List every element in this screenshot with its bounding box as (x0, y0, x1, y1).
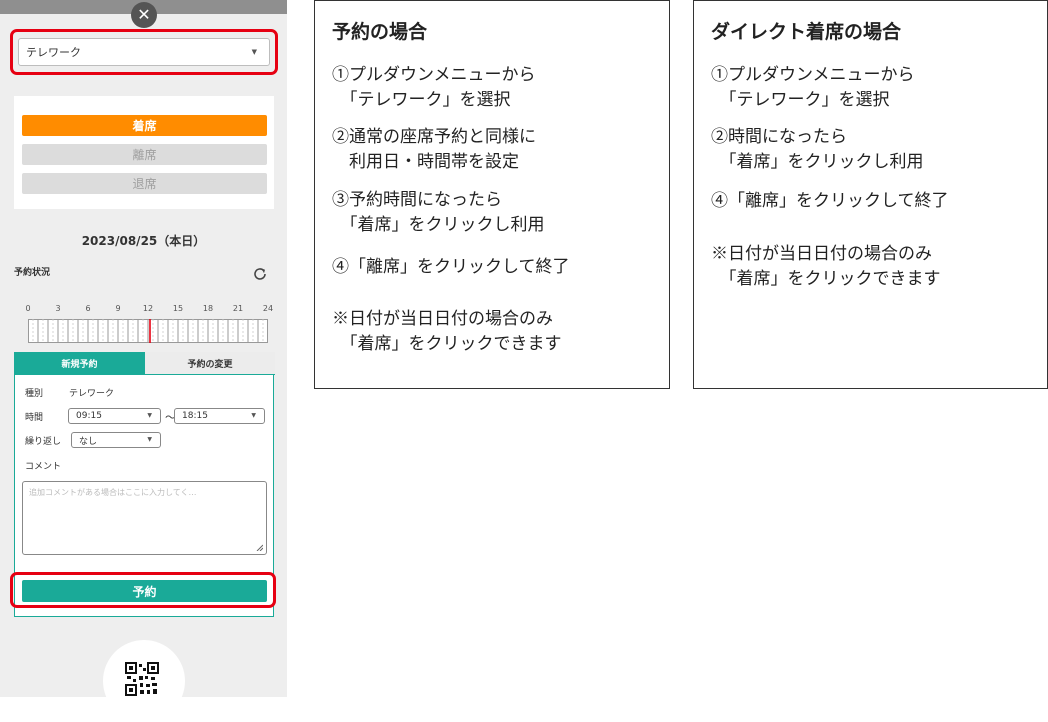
checkin-button[interactable]: 着席 (22, 115, 267, 136)
direct-step-3: ④「離席」をクリックして終了 (711, 191, 949, 211)
timeline-tick-label: 6 (85, 304, 91, 313)
end-time-select[interactable]: 18:15 ▼ (174, 408, 265, 424)
tab-change-reservation[interactable]: 予約の変更 (145, 352, 275, 375)
direct-step-1: ①プルダウンメニューから 「テレワーク」を選択 (711, 65, 915, 110)
timeline-bar (28, 319, 268, 343)
reservation-instructions-box: 予約の場合 ①プルダウンメニューから 「テレワーク」を選択 ②通常の座席予約と同… (314, 0, 670, 389)
qr-code-icon (125, 662, 159, 696)
time-label: 時間 (25, 413, 44, 423)
direct-note: ※日付が当日日付の場合のみ 「着席」をクリックできます (711, 244, 941, 289)
type-value: テレワーク (69, 389, 115, 399)
repeat-label: 繰り返し (25, 437, 62, 447)
comment-label: コメント (25, 462, 62, 472)
highlight-outline-reserve (10, 572, 276, 608)
timeline-tick-label: 21 (232, 304, 244, 313)
type-label: 種別 (25, 389, 44, 399)
leave-seat-button[interactable]: 離席 (22, 144, 267, 165)
chevron-down-icon: ▼ (147, 412, 152, 419)
timeline-tick-label: 15 (172, 304, 184, 313)
date-label: 2023/08/25（本日） (81, 234, 206, 248)
close-icon[interactable]: ✕ (131, 2, 157, 28)
timeline-tick-label: 3 (55, 304, 61, 313)
seat-action-card: 着席 離席 退席 (14, 96, 274, 209)
chevron-down-icon: ▼ (147, 436, 152, 443)
comment-placeholder: 追加コメントがある場合はここに入力してく… (29, 488, 197, 497)
start-time-select[interactable]: 09:15 ▼ (68, 408, 161, 424)
direct-checkin-instructions-title: ダイレクト着席の場合 (711, 21, 902, 43)
reservation-step-3: ③予約時間になったら 「着席」をクリックし利用 (332, 190, 545, 235)
resize-handle-icon[interactable] (256, 544, 263, 551)
exit-seat-button[interactable]: 退席 (22, 173, 267, 194)
tab-new-reservation[interactable]: 新規予約 (14, 352, 145, 375)
direct-checkin-instructions-box: ダイレクト着席の場合 ①プルダウンメニューから 「テレワーク」を選択 ②時間にな… (693, 0, 1048, 389)
timeline-tick-label: 24 (262, 304, 274, 313)
end-time-value: 18:15 (182, 411, 208, 421)
qr-badge[interactable] (103, 640, 185, 722)
timeline-tick-label: 12 (142, 304, 154, 313)
reservation-step-2: ②通常の座席予約と同様に 利用日・時間帯を設定 (332, 127, 536, 172)
highlight-outline-select (10, 29, 278, 75)
timeline-tick-label: 18 (202, 304, 214, 313)
chevron-down-icon: ▼ (251, 412, 256, 419)
reservation-instructions-title: 予約の場合 (332, 21, 428, 43)
comment-textarea[interactable]: 追加コメントがある場合はここに入力してく… (22, 481, 267, 555)
timeline-tick-label: 0 (25, 304, 31, 313)
reservation-status-heading: 予約状況 (14, 268, 51, 278)
repeat-select[interactable]: なし ▼ (71, 432, 161, 448)
reservation-step-4: ④「離席」をクリックして終了 (332, 257, 570, 277)
refresh-icon[interactable] (252, 266, 268, 282)
timeline-tick-label: 9 (115, 304, 121, 313)
start-time-value: 09:15 (76, 411, 102, 421)
reservation-note: ※日付が当日日付の場合のみ 「着席」をクリックできます (332, 309, 562, 354)
reservation-step-1: ①プルダウンメニューから 「テレワーク」を選択 (332, 65, 536, 110)
repeat-value: なし (79, 436, 98, 447)
direct-step-2: ②時間になったら 「着席」をクリックし利用 (711, 127, 924, 172)
